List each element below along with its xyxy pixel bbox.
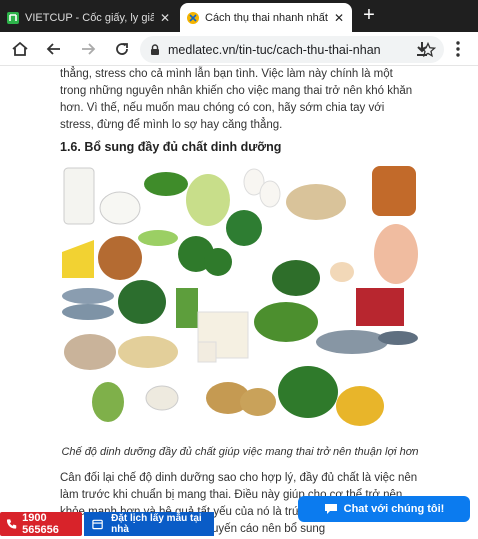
image-caption: Chế độ dinh dưỡng đầy đủ chất giúp việc … — [61, 446, 419, 458]
forward-arrow-icon — [82, 43, 96, 55]
tab-medlatec[interactable]: Cách thụ thai nhanh nhất ch ✕ — [180, 3, 352, 32]
tab-title: Cách thụ thai nhanh nhất ch — [205, 11, 328, 24]
tab-vietcup[interactable]: VIETCUP - Cốc giấy, ly giấy s ✕ — [0, 3, 178, 32]
browser-toolbar: medlatec.vn/tin-tuc/cach-thu-thai-nhan — [0, 32, 478, 66]
download-icon — [417, 42, 427, 56]
page-content: thẳng, stress cho cả mình lẫn bạn tình. … — [0, 66, 478, 539]
address-bar[interactable]: medlatec.vn/tin-tuc/cach-thu-thai-nhan — [140, 36, 444, 63]
calendar-icon — [92, 519, 103, 530]
section-heading: 1.6. Bổ sung đầy đủ chất dinh dưỡng — [60, 140, 282, 154]
chat-bubble-icon — [324, 504, 337, 514]
home-icon — [12, 41, 28, 56]
lock-icon — [151, 43, 159, 55]
back-arrow-icon — [46, 43, 60, 55]
hotline-label: 1900 565656 — [22, 512, 59, 536]
home-button[interactable] — [8, 37, 32, 61]
menu-button[interactable] — [446, 37, 470, 61]
hotline-button[interactable]: 1900 565656 — [0, 512, 82, 536]
more-vert-icon — [456, 41, 460, 57]
medlatec-favicon-icon — [186, 11, 200, 25]
new-tab-button[interactable]: + — [358, 4, 380, 28]
forward-button[interactable] — [76, 37, 100, 61]
booking-label: Đặt lịch lấy mẫu tại nhà — [111, 513, 202, 535]
back-button[interactable] — [42, 37, 66, 61]
phone-icon — [6, 519, 17, 529]
download-button[interactable] — [410, 37, 434, 61]
close-tab-icon[interactable]: ✕ — [332, 11, 346, 25]
reload-button[interactable] — [110, 37, 134, 61]
vietcup-favicon-icon — [6, 11, 20, 25]
article-paragraph: thẳng, stress cho cả mình lẫn bạn tình. … — [60, 68, 413, 131]
tab-strip: VIETCUP - Cốc giấy, ly giấy s ✕ Cách thụ… — [0, 0, 478, 32]
chat-button[interactable]: Chat với chúng tôi! — [298, 496, 470, 522]
url-text: medlatec.vn/tin-tuc/cach-thu-thai-nhan — [168, 42, 381, 57]
book-home-sampling-button[interactable]: Đặt lịch lấy mẫu tại nhà — [84, 512, 214, 536]
close-tab-icon[interactable]: ✕ — [158, 11, 172, 25]
tab-title: VIETCUP - Cốc giấy, ly giấy s — [25, 11, 154, 24]
reload-icon — [116, 43, 128, 55]
nutrition-food-image — [58, 162, 420, 432]
chat-label: Chat với chúng tôi! — [343, 503, 445, 515]
